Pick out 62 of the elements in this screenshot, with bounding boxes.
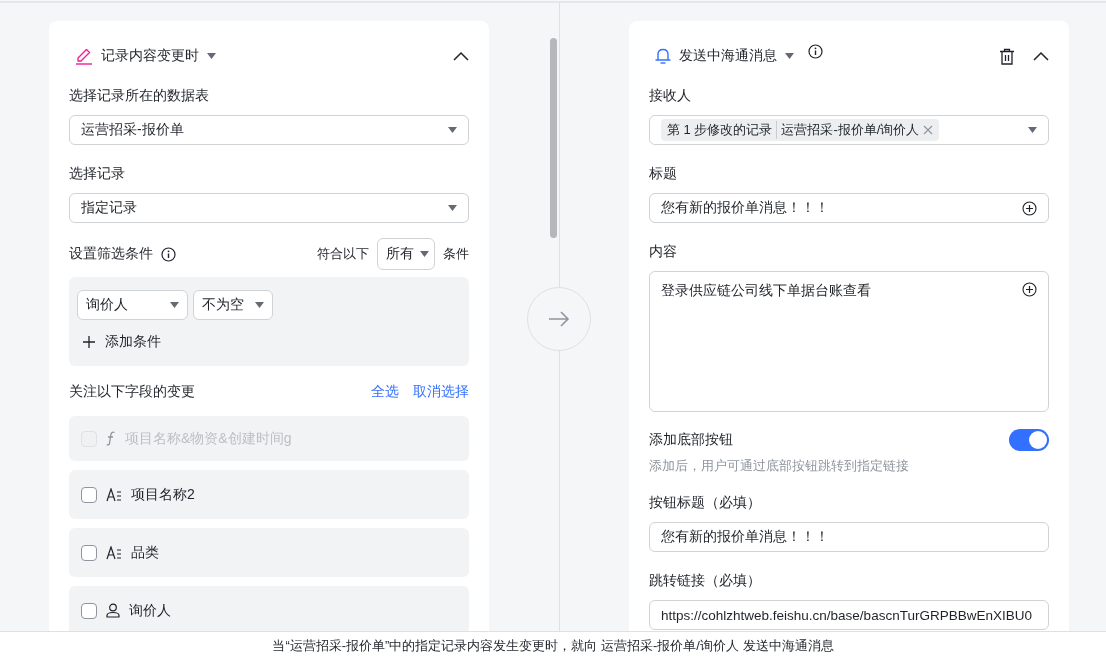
field-label: 选择记录所在的数据表 <box>69 86 210 105</box>
deselect-link[interactable]: 取消选择 <box>413 383 469 401</box>
chevron-up-icon[interactable] <box>453 51 469 61</box>
caret-down-icon <box>255 302 264 308</box>
close-icon[interactable] <box>923 125 934 135</box>
dropdown[interactable]: 所有 <box>377 238 435 270</box>
field-label: 选择记录 <box>69 164 126 183</box>
bell-icon <box>655 47 671 65</box>
caret-down-icon <box>448 205 457 211</box>
field-label: 内容 <box>649 242 678 261</box>
text-field-icon <box>106 487 122 502</box>
caret-down-icon <box>420 251 429 257</box>
field-label: 按钮标题（必填） <box>649 493 762 512</box>
match-label: 条件 <box>443 245 469 263</box>
text-field[interactable]: https://cohlzhtweb.feishu.cn/base/bascnTurGRPBBwEnXIBU0 <box>649 600 1049 630</box>
toggle-switch[interactable] <box>1009 429 1049 451</box>
recipient-tag[interactable]: 第 1 步修改的记录 运营招采-报价单/询价人 <box>661 119 940 141</box>
add-icon[interactable] <box>1022 200 1037 216</box>
caret-down-icon <box>170 302 179 308</box>
add-icon[interactable] <box>1022 282 1037 297</box>
toggle-label: 添加底部按钮 <box>649 431 733 449</box>
trash-icon[interactable] <box>999 47 1015 65</box>
text-field[interactable]: 您有新的报价单消息！！！ <box>649 193 1049 223</box>
caret-down-icon <box>1028 127 1037 133</box>
caret-down-icon <box>207 53 216 59</box>
dropdown[interactable]: 不为空 <box>193 290 273 320</box>
recipient-field[interactable]: 第 1 步修改的记录 运营招采-报价单/询价人 <box>649 115 1049 145</box>
person-icon <box>106 603 120 618</box>
scrollbar[interactable] <box>550 38 557 238</box>
content-field[interactable]: 登录供应链公司线下单据台账查看 <box>649 271 1049 412</box>
pencil-icon <box>75 47 93 65</box>
caret-down-icon <box>785 53 794 59</box>
summary-text: 当“运营招采-报价单”中的指定记录内容发生变更时，就向 运营招采-报价单/询价人 发送中海通消息 <box>272 636 834 655</box>
info-icon <box>808 43 823 59</box>
add-condition-button[interactable]: 添加条件 <box>83 330 161 354</box>
action-selector[interactable]: 发送中海通消息 <box>649 47 794 65</box>
checkbox[interactable] <box>81 544 97 561</box>
arrow-right-icon <box>548 311 570 327</box>
checkbox[interactable] <box>81 486 97 503</box>
trigger-selector[interactable]: 记录内容变更时 <box>69 47 216 65</box>
field-option[interactable]: 询价人 <box>69 586 469 631</box>
dropdown[interactable]: 运营招采-报价单 <box>69 115 469 145</box>
match-label: 符合以下 <box>317 245 369 263</box>
info-icon <box>161 246 176 262</box>
watch-label: 关注以下字段的变更 <box>69 383 195 401</box>
dropdown[interactable]: 询价人 <box>77 290 188 320</box>
field-label: 接收人 <box>649 86 692 105</box>
checkbox[interactable] <box>81 602 97 619</box>
formula-icon <box>106 431 116 446</box>
chevron-up-icon[interactable] <box>1033 51 1049 61</box>
text-field[interactable]: 您有新的报价单消息！！！ <box>649 522 1049 552</box>
dropdown[interactable]: 指定记录 <box>69 193 469 223</box>
filter-label: 设置筛选条件 <box>69 245 153 263</box>
field-label: 标题 <box>649 164 678 183</box>
field-option[interactable]: 品类 <box>69 528 469 577</box>
plus-icon <box>83 336 95 348</box>
hint-text: 添加后，用户可通过底部按钮跳转到指定链接 <box>649 457 910 475</box>
field-option[interactable]: 项目名称2 <box>69 470 469 519</box>
caret-down-icon <box>448 127 457 133</box>
text-field-icon <box>106 545 122 560</box>
select-all-link[interactable]: 全选 <box>371 383 399 401</box>
field-label: 跳转链接（必填） <box>649 571 762 590</box>
